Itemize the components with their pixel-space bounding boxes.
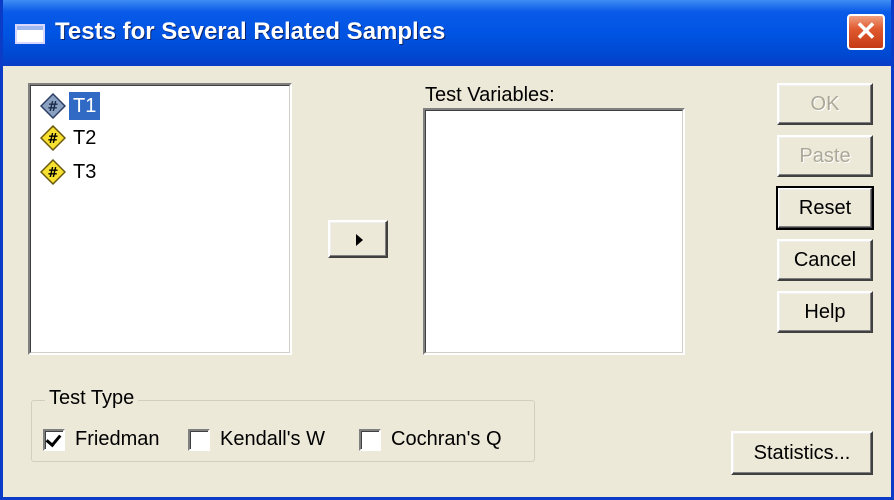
help-button[interactable]: Help [777,291,873,333]
list-item-t2[interactable]: # T2 [40,123,100,153]
source-variable-list[interactable]: # T1 # T2 # T3 [28,83,292,355]
svg-text:#: # [48,100,59,115]
window-icon [15,24,45,44]
ok-button[interactable]: OK [777,83,873,125]
test-variables-label: Test Variables: [425,84,555,106]
svg-text:#: # [48,166,59,181]
list-item-t3[interactable]: # T3 [40,157,100,187]
checkbox-box[interactable] [43,428,65,451]
checkbox-label: Friedman [75,428,160,450]
friedman-checkbox[interactable]: Friedman [43,428,159,451]
svg-text:#: # [48,132,59,147]
checkbox-label: Kendall's W [220,428,325,450]
numeric-variable-icon: # [40,159,66,185]
cancel-button[interactable]: Cancel [777,239,873,281]
variable-label: T2 [73,127,97,149]
test-variables-list[interactable] [423,108,685,355]
list-item-t1[interactable]: # T1 [40,91,101,121]
kendalls-w-checkbox[interactable]: Kendall's W [188,428,325,451]
checkbox-box[interactable] [188,428,210,451]
arrow-right-icon [356,234,363,246]
paste-button[interactable]: Paste [777,135,873,177]
title-bar[interactable]: Tests for Several Related Samples ✕ [3,0,891,66]
close-icon: ✕ [855,16,877,46]
dialog-window: Tests for Several Related Samples ✕ # T1… [0,0,894,500]
variable-label: T3 [73,161,97,183]
reset-button[interactable]: Reset [776,186,874,230]
numeric-variable-icon: # [40,125,66,151]
scale-variable-icon: # [40,93,66,119]
cochrans-q-checkbox[interactable]: Cochran's Q [359,428,502,451]
variable-label: T1 [69,92,101,120]
statistics-button[interactable]: Statistics... [731,431,873,475]
window-title: Tests for Several Related Samples [55,18,446,45]
move-right-button[interactable] [328,220,388,258]
checkbox-label: Cochran's Q [391,428,502,450]
close-button[interactable]: ✕ [847,14,885,50]
test-type-title: Test Type [45,387,139,410]
checkbox-box[interactable] [359,428,381,451]
check-icon [45,430,62,447]
